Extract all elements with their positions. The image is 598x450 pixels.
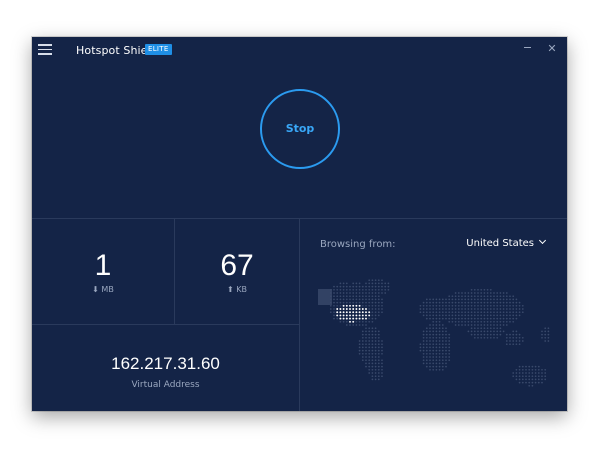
- elite-badge: ELITE: [145, 44, 172, 55]
- upload-unit: ⬆ KB: [227, 285, 247, 294]
- world-map: [318, 279, 550, 387]
- hamburger-icon[interactable]: [38, 44, 52, 55]
- download-value: 1: [94, 249, 112, 282]
- minimize-icon[interactable]: [520, 41, 536, 57]
- country-name: United States: [466, 238, 534, 249]
- country-dropdown[interactable]: United States: [466, 236, 547, 249]
- browsing-from-label: Browsing from:: [320, 239, 396, 250]
- divider: [32, 324, 299, 325]
- app-window: Hotspot Shield ELITE ✕ Stop 1 ⬇ MB 67 ⬆ …: [32, 37, 567, 411]
- virtual-address-label: Virtual Address: [131, 380, 200, 390]
- divider: [299, 218, 300, 411]
- virtual-ip-address: 162.217.31.60: [111, 354, 220, 373]
- stop-button[interactable]: Stop: [260, 89, 340, 169]
- upload-value: 67: [220, 249, 254, 282]
- close-icon[interactable]: ✕: [544, 41, 560, 57]
- chevron-down-icon: [538, 236, 547, 245]
- title-bar: Hotspot Shield ELITE ✕: [32, 37, 567, 65]
- location-marker-icon: [318, 289, 332, 305]
- download-unit: ⬇ MB: [92, 285, 114, 294]
